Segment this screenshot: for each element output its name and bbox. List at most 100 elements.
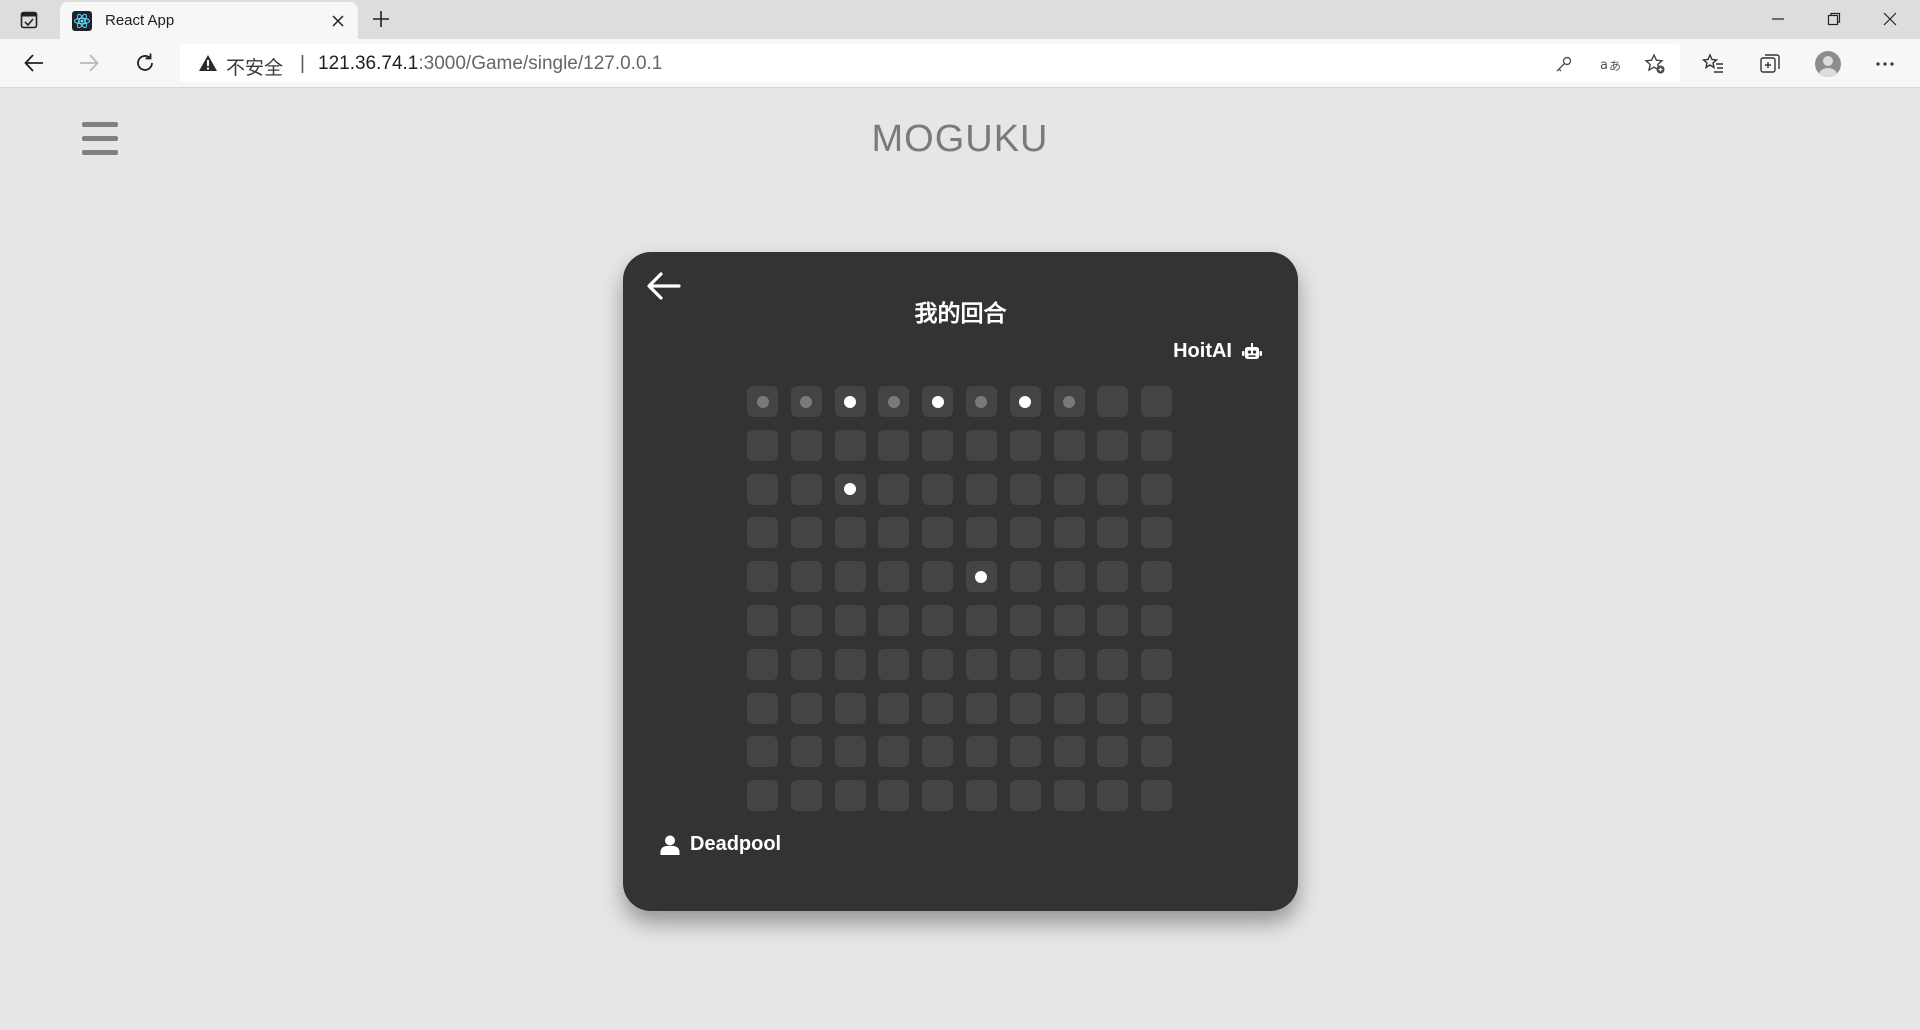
board-cell[interactable] [878,386,910,417]
board-cell[interactable] [1097,473,1129,505]
tab-actions-icon[interactable] [18,9,40,31]
board-cell[interactable] [1053,473,1085,505]
board-cell[interactable] [922,517,954,549]
board-cell[interactable] [834,780,866,812]
board-cell[interactable] [790,386,822,417]
close-window-icon[interactable] [1862,0,1918,38]
board-cell[interactable] [1141,604,1173,636]
restore-icon[interactable] [1806,0,1862,38]
board-cell[interactable] [747,473,778,505]
board-cell[interactable] [878,648,910,680]
board-cell[interactable] [965,561,997,593]
board-cell[interactable] [1141,386,1173,417]
board-cell[interactable] [790,517,822,549]
board-cell[interactable] [878,736,910,768]
board-cell[interactable] [965,780,997,812]
board-cell[interactable] [1053,386,1085,417]
key-icon[interactable] [1553,53,1575,75]
tab-close-icon[interactable] [328,11,348,31]
board-cell[interactable] [747,386,778,417]
warning-icon[interactable] [198,54,218,72]
add-favorite-icon[interactable] [1644,53,1666,75]
board-cell[interactable] [790,604,822,636]
board-cell[interactable] [1141,429,1173,461]
collections-icon[interactable] [1757,51,1783,77]
board-cell[interactable] [1097,517,1129,549]
board-cell[interactable] [922,648,954,680]
board-cell[interactable] [922,561,954,593]
board-cell[interactable] [1141,517,1173,549]
board-cell[interactable] [1097,561,1129,593]
board-cell[interactable] [1141,473,1173,505]
profile-icon[interactable] [1815,51,1841,77]
board-cell[interactable] [1053,648,1085,680]
board-cell[interactable] [747,604,778,636]
board-cell[interactable] [1097,692,1129,724]
board-cell[interactable] [790,736,822,768]
board-cell[interactable] [1097,429,1129,461]
board-cell[interactable] [878,561,910,593]
board-cell[interactable] [965,429,997,461]
board-cell[interactable] [747,692,778,724]
refresh-icon[interactable] [131,49,159,77]
board-cell[interactable] [922,473,954,505]
board-cell[interactable] [1141,692,1173,724]
board-cell[interactable] [747,780,778,812]
favorites-icon[interactable] [1700,51,1726,77]
board-cell[interactable] [790,429,822,461]
board-cell[interactable] [747,648,778,680]
board-cell[interactable] [790,473,822,505]
board-cell[interactable] [1097,780,1129,812]
board-cell[interactable] [965,517,997,549]
board-cell[interactable] [922,429,954,461]
board-cell[interactable] [1009,473,1041,505]
back-arrow-icon[interactable] [20,49,48,77]
browser-tab[interactable]: React App [60,2,358,39]
board-cell[interactable] [1141,780,1173,812]
board-cell[interactable] [834,561,866,593]
board-cell[interactable] [1141,561,1173,593]
board-cell[interactable] [1053,517,1085,549]
board-cell[interactable] [1097,648,1129,680]
board-cell[interactable] [747,517,778,549]
board-cell[interactable] [965,604,997,636]
board-cell[interactable] [1009,561,1041,593]
board-cell[interactable] [1141,648,1173,680]
board-cell[interactable] [834,648,866,680]
board-cell[interactable] [1053,736,1085,768]
board-cell[interactable] [834,473,866,505]
board-cell[interactable] [1053,604,1085,636]
board-cell[interactable] [922,692,954,724]
board-cell[interactable] [1009,780,1041,812]
board-cell[interactable] [878,517,910,549]
board-cell[interactable] [965,473,997,505]
minimize-icon[interactable] [1750,0,1806,38]
board-cell[interactable] [878,780,910,812]
board-cell[interactable] [878,604,910,636]
board-cell[interactable] [878,473,910,505]
board-cell[interactable] [965,386,997,417]
board-cell[interactable] [790,780,822,812]
board-cell[interactable] [790,648,822,680]
board-cell[interactable] [965,736,997,768]
board-cell[interactable] [922,780,954,812]
board-cell[interactable] [878,692,910,724]
board-cell[interactable] [1009,517,1041,549]
board-cell[interactable] [965,648,997,680]
board-cell[interactable] [878,429,910,461]
board-cell[interactable] [747,736,778,768]
board-cell[interactable] [834,604,866,636]
insecure-label[interactable]: 不安全 [226,53,283,80]
board-cell[interactable] [922,736,954,768]
board-cell[interactable] [834,386,866,417]
board-cell[interactable] [834,429,866,461]
address-bar[interactable]: 不安全 | 121.36.74.1:3000/Game/single/127.0… [180,44,1680,82]
board-cell[interactable] [965,692,997,724]
url-text[interactable]: 121.36.74.1:3000/Game/single/127.0.0.1 [318,53,662,75]
board-cell[interactable] [834,736,866,768]
board-cell[interactable] [1141,736,1173,768]
board-cell[interactable] [922,604,954,636]
board-cell[interactable] [834,692,866,724]
board-cell[interactable] [747,429,778,461]
board-cell[interactable] [790,561,822,593]
